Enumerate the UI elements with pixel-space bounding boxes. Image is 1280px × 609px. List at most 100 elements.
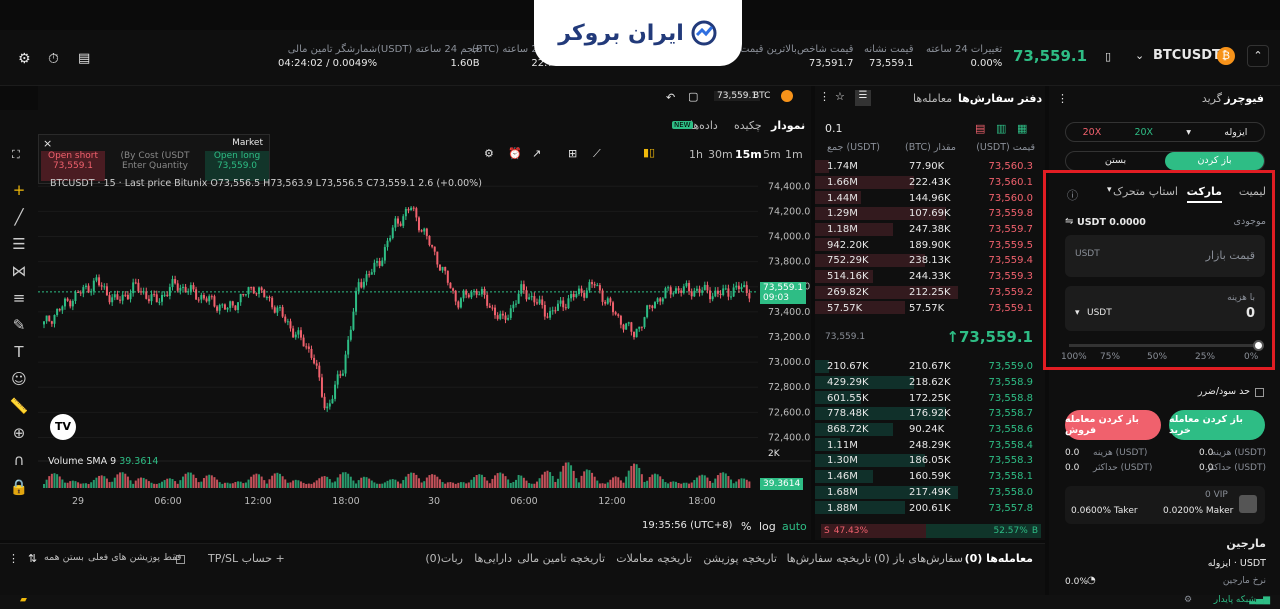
collapse-icon[interactable]: ⌃ bbox=[1247, 45, 1269, 67]
list-icon[interactable]: ☰ bbox=[855, 90, 871, 106]
layout-icon[interactable]: ⊞ bbox=[568, 147, 577, 160]
close-all-button[interactable]: بستن همه bbox=[44, 552, 84, 563]
asks-price: 73,559.1 bbox=[988, 302, 1033, 314]
settings-small-icon[interactable]: ⚙ bbox=[1184, 595, 1192, 605]
view-bids-icon[interactable]: ▥ bbox=[996, 122, 1006, 135]
close-icon[interactable]: × bbox=[43, 137, 52, 150]
bids-row[interactable]: 73,558.3 186.05K 1.30M bbox=[815, 453, 1045, 469]
volume-bar bbox=[368, 478, 371, 488]
filter-icon[interactable]: ⇅ bbox=[28, 552, 37, 565]
menu-dots-icon[interactable]: ⋮ bbox=[819, 90, 830, 103]
tab-funding-history[interactable]: تاریخچه تامین مالی bbox=[517, 552, 605, 565]
bids-total: 1.68M bbox=[827, 486, 858, 498]
gear-icon[interactable]: ⚙ bbox=[484, 147, 494, 160]
tab-trades[interactable]: معامله‌ها bbox=[913, 92, 952, 105]
tab-order-history[interactable]: تاریخچه سفارش‌ها bbox=[787, 552, 871, 565]
asks-row[interactable]: 73,559.4 238.13K 752.29K bbox=[815, 253, 1045, 269]
bids-amount: 200.61K bbox=[909, 502, 951, 514]
tab-orderbook[interactable]: دفتر سفارش‌ها bbox=[958, 92, 1042, 105]
bids-row[interactable]: 73,558.4 248.29K 1.11M bbox=[815, 437, 1045, 453]
tab-bots[interactable]: ربات(0) bbox=[425, 552, 463, 565]
open-short-button[interactable]: باز کردن معامله فروش bbox=[1065, 410, 1161, 440]
tab-position-history[interactable]: تاریخچه پوزیشن bbox=[703, 552, 777, 565]
tab-futures[interactable]: فیوچرز bbox=[1224, 92, 1264, 105]
menu-icon[interactable]: ⋮ bbox=[1057, 92, 1068, 105]
calculator-icon[interactable]: ▤ bbox=[78, 51, 90, 66]
open-position-tab[interactable]: باز کردن bbox=[1165, 152, 1264, 170]
interval-30m[interactable]: 30m bbox=[708, 148, 733, 161]
asks-row[interactable]: 73,560.0 144.96K 1.44M bbox=[815, 190, 1045, 206]
asks-total: 752.29K bbox=[827, 255, 869, 267]
ruler-icon[interactable]: 📏 bbox=[0, 392, 38, 419]
asks-row[interactable]: 73,559.2 212.25K 269.82K bbox=[815, 285, 1045, 301]
emoji-icon[interactable]: ☺ bbox=[0, 365, 38, 392]
percent-toggle[interactable]: % bbox=[741, 520, 751, 533]
copy-icon[interactable]: ▯ bbox=[1105, 50, 1111, 63]
asks-row[interactable]: 73,559.3 244.33K 514.16K bbox=[815, 269, 1045, 285]
timer-icon[interactable]: ⏱ bbox=[48, 51, 59, 67]
bids-row[interactable]: 73,558.1 160.59K 1.46M bbox=[815, 469, 1045, 485]
brush-icon[interactable]: ✎ bbox=[0, 311, 38, 338]
volume-bar bbox=[593, 476, 596, 488]
chat-icon[interactable]: ▰ bbox=[20, 595, 27, 605]
close-position-tab[interactable]: بستن bbox=[1066, 152, 1165, 170]
candle-body bbox=[499, 313, 502, 319]
magnet-icon[interactable]: ∩ bbox=[0, 446, 38, 473]
text-icon[interactable]: T bbox=[0, 338, 38, 365]
tab-data[interactable]: داده‌ها bbox=[690, 119, 718, 132]
asks-row[interactable]: 73,559.7 247.38K 1.18M bbox=[815, 222, 1045, 238]
open-long-button[interactable]: باز کردن معامله خرید bbox=[1169, 410, 1265, 440]
menu-dots-icon[interactable]: ⋮ bbox=[8, 552, 19, 565]
tab-grid[interactable]: گرید bbox=[1202, 92, 1222, 105]
precision-select[interactable]: 0.1 bbox=[825, 122, 843, 135]
asks-row[interactable]: 73,560.1 222.43K 1.66M bbox=[815, 175, 1045, 191]
bids-row[interactable]: 73,558.6 90.24K 868.72K bbox=[815, 422, 1045, 438]
lock-icon[interactable]: 🔒 bbox=[0, 473, 38, 500]
tab-positions[interactable]: معامله‌ها (0) bbox=[965, 552, 1033, 565]
crosshair-icon[interactable]: + bbox=[0, 176, 38, 203]
candles-icon[interactable]: ▮▯ bbox=[643, 146, 655, 159]
symbol-name[interactable]: BTCUSDT bbox=[1153, 48, 1221, 63]
tab-open-orders[interactable]: سفارش‌های باز (0) bbox=[874, 552, 963, 565]
tab-summary[interactable]: چکیده bbox=[734, 119, 762, 132]
tpsl-checkbox[interactable] bbox=[1255, 388, 1264, 397]
bids-row[interactable]: 73,558.0 217.49K 1.68M bbox=[815, 485, 1045, 501]
star-icon[interactable]: ☆ bbox=[835, 90, 845, 103]
zoom-icon[interactable]: ⊕ bbox=[0, 419, 38, 446]
asks-row[interactable]: 73,559.5 189.90K 942.20K bbox=[815, 237, 1045, 253]
fib-icon[interactable]: ≡ bbox=[0, 284, 38, 311]
candlestick-chart[interactable]: 74,400.074,200.074,000.073,800.073,600.0… bbox=[38, 176, 811, 540]
bids-row[interactable]: 73,557.8 200.61K 1.88M bbox=[815, 500, 1045, 516]
bids-row[interactable]: 73,558.7 176.92K 778.48K bbox=[815, 406, 1045, 422]
bids-row[interactable]: 73,558.9 218.62K 429.29K bbox=[815, 375, 1045, 391]
share-icon[interactable]: ↗ bbox=[532, 147, 541, 160]
asks-row[interactable]: 73,560.3 77.90K 1.74M bbox=[815, 159, 1045, 175]
interval-5m[interactable]: 5m bbox=[763, 148, 781, 161]
horizontal-lines-icon[interactable]: ☰ bbox=[0, 230, 38, 257]
view-asks-icon[interactable]: ▤ bbox=[975, 122, 985, 135]
view-both-icon[interactable]: ▦ bbox=[1017, 122, 1027, 135]
fullscreen-icon[interactable]: ⛶ bbox=[12, 148, 20, 162]
log-toggle[interactable]: log bbox=[759, 520, 776, 533]
interval-1h[interactable]: 1h bbox=[689, 148, 703, 161]
asks-row[interactable]: 73,559.1 57.57K 57.57K bbox=[815, 300, 1045, 316]
trendline-icon[interactable]: ╱ bbox=[0, 203, 38, 230]
alarm-icon[interactable]: ⏰ bbox=[508, 147, 522, 160]
margin-mode-select[interactable]: 20X 20X ▾ ایزوله bbox=[1065, 122, 1265, 142]
tab-assets[interactable]: دارایی‌ها bbox=[474, 552, 512, 565]
asks-row[interactable]: 73,559.8 107.69K 1.29M bbox=[815, 206, 1045, 222]
bids-row[interactable]: 73,559.0 210.67K 210.67K bbox=[815, 359, 1045, 375]
chart-settings-icon[interactable]: ▢ bbox=[688, 90, 698, 103]
settings-icon[interactable]: ⚙ bbox=[18, 51, 31, 67]
chevron-down-icon[interactable]: ⌄ bbox=[1135, 49, 1144, 62]
indicators-icon[interactable]: ⟋ bbox=[593, 147, 601, 161]
bids-row[interactable]: 73,558.8 172.25K 601.55K bbox=[815, 390, 1045, 406]
undo-icon[interactable]: ↶ bbox=[666, 91, 675, 104]
tpsl-account-button[interactable]: TP/SL حساب + bbox=[208, 552, 285, 565]
tab-chart[interactable]: نمودار bbox=[771, 119, 805, 132]
interval-1m[interactable]: 1m bbox=[785, 148, 803, 161]
interval-15m[interactable]: 15m bbox=[735, 148, 762, 161]
auto-toggle[interactable]: auto bbox=[782, 520, 807, 533]
tab-trade-history[interactable]: تاریخچه معاملات bbox=[616, 552, 692, 565]
pattern-icon[interactable]: ⋈ bbox=[0, 257, 38, 284]
